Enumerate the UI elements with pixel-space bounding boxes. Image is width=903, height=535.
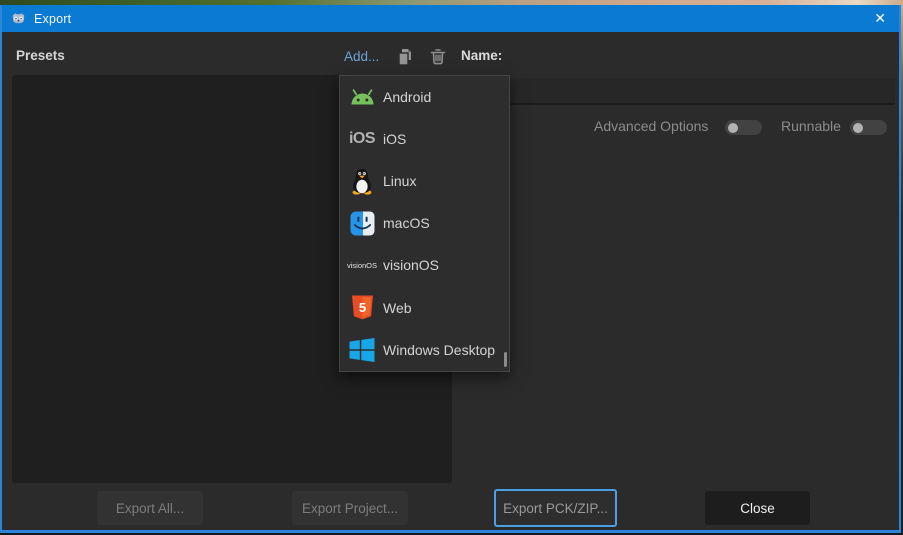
runnable-toggle[interactable]: [850, 120, 887, 135]
menu-item-label: Web: [383, 299, 412, 316]
presets-header: Presets: [16, 48, 65, 63]
windows-icon: [348, 336, 376, 364]
svg-text:5: 5: [358, 300, 365, 315]
menu-item-android[interactable]: Android: [340, 76, 509, 118]
export-pck-zip-button[interactable]: Export PCK/ZIP...: [494, 489, 617, 527]
advanced-options-toggle[interactable]: [725, 120, 762, 135]
menu-item-windows-desktop[interactable]: Windows Desktop: [340, 329, 509, 371]
menu-item-web[interactable]: 5 Web: [340, 286, 509, 328]
export-dialog-body: Presets Add... Name: Advanced Options Ru…: [2, 32, 899, 530]
duplicate-preset-icon[interactable]: [395, 47, 415, 67]
menu-item-ios[interactable]: iOS iOS: [340, 118, 509, 160]
close-icon[interactable]: ✕: [874, 9, 886, 27]
menu-item-visionos[interactable]: visionOS visionOS: [340, 244, 509, 286]
toggle-knob: [853, 122, 863, 133]
menu-item-label: visionOS: [383, 257, 440, 274]
export-dialog-window: Export ✕ Presets Add... Name: Advanced O…: [0, 5, 901, 533]
export-all-button[interactable]: Export All...: [97, 491, 203, 525]
preset-name-label: Name:: [461, 48, 503, 63]
android-icon: [348, 83, 376, 111]
menu-item-label: Android: [383, 89, 432, 106]
preset-name-input[interactable]: [460, 78, 895, 105]
titlebar[interactable]: Export ✕: [2, 5, 899, 32]
html5-icon: 5: [348, 294, 376, 322]
menu-item-label: macOS: [383, 215, 430, 232]
ios-icon: iOS: [348, 130, 376, 148]
macos-finder-icon: [348, 209, 376, 237]
godot-icon: [10, 10, 27, 27]
export-project-button[interactable]: Export Project...: [292, 491, 408, 525]
close-button[interactable]: Close: [705, 491, 810, 525]
menu-item-linux[interactable]: Linux: [340, 160, 509, 202]
menu-item-label: iOS: [383, 131, 407, 148]
popup-scrollbar[interactable]: [504, 352, 507, 367]
advanced-options-label: Advanced Options: [594, 118, 709, 134]
add-preset-button[interactable]: Add...: [344, 49, 379, 64]
menu-item-label: Windows Desktop: [383, 341, 496, 358]
menu-item-macos[interactable]: macOS: [340, 202, 509, 244]
window-title: Export: [34, 11, 72, 26]
add-preset-platform-menu: Android iOS iOS Linux macOS visionOS vis…: [339, 75, 510, 372]
delete-preset-icon[interactable]: [428, 47, 448, 67]
desktop-background: Export ✕ Presets Add... Name: Advanced O…: [0, 0, 903, 535]
runnable-label: Runnable: [781, 118, 841, 134]
linux-tux-icon: [348, 167, 376, 195]
toggle-knob: [728, 122, 738, 133]
visionos-icon: visionOS: [347, 260, 378, 270]
menu-item-label: Linux: [383, 173, 417, 190]
